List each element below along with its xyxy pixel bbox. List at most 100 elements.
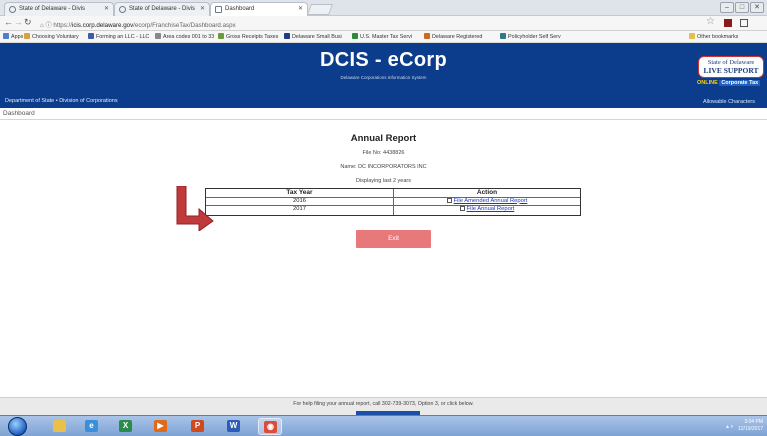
- bookmark-label: Delaware Registered: [432, 34, 483, 40]
- url-scheme: https://: [53, 22, 72, 29]
- windows-start-button[interactable]: [8, 417, 27, 436]
- browser-tab-3-label: Dashboard: [225, 6, 255, 12]
- bookmark-4[interactable]: Gross Receipts Taxes: [218, 33, 278, 40]
- page-icon: [284, 33, 290, 39]
- clock[interactable]: 3:04 PM 12/19/2017: [738, 419, 763, 432]
- taskbar-app-ie[interactable]: e: [80, 418, 104, 435]
- page-title: Annual Report: [350, 133, 417, 144]
- table-row: 2016 File Amended Annual Report: [206, 197, 580, 206]
- page-icon: [424, 33, 430, 39]
- online-corporate-tax-link[interactable]: ONLINE Corporate Tax: [697, 80, 761, 86]
- powerpoint-icon: P: [191, 420, 204, 432]
- action-cell: File Amended Annual Report: [394, 197, 580, 206]
- back-arrow-icon[interactable]: ←: [4, 17, 13, 27]
- reload-icon[interactable]: ↻: [24, 17, 32, 28]
- app-title: DCIS - eCorp: [320, 49, 447, 71]
- bookmark-1[interactable]: Choosing Voluntary: [24, 33, 79, 40]
- chrome-icon: ◉: [264, 421, 277, 433]
- file-number-label: File No:: [362, 150, 382, 156]
- tray-icons[interactable]: ▴ ◐: [726, 423, 734, 430]
- browser-tab-3[interactable]: Dashboard ✕: [210, 2, 308, 16]
- bookmark-label: Area codes 001 to 33: [163, 34, 215, 40]
- table-header-row: Tax Year Action: [206, 189, 580, 198]
- online-label: ONLINE: [697, 80, 718, 86]
- taskbar-app-explorer[interactable]: [48, 418, 72, 435]
- close-icon[interactable]: ✕: [104, 5, 109, 12]
- close-icon[interactable]: ✕: [200, 5, 205, 12]
- exit-button[interactable]: Exit: [356, 230, 431, 248]
- displaying-note: Displaying last 2 years: [355, 178, 412, 184]
- taskbar-app-powerpoint[interactable]: P: [186, 418, 210, 435]
- tax-year-cell: 2016: [206, 197, 394, 205]
- bookmark-0[interactable]: Apps: [3, 33, 23, 40]
- minimize-button[interactable]: –: [720, 2, 734, 13]
- table-row: 2017 File Annual Report: [206, 206, 580, 215]
- live-support-line2: LIVE SUPPORT: [703, 66, 759, 75]
- explorer-icon: [53, 420, 66, 432]
- extension-icon[interactable]: [740, 19, 748, 27]
- maximize-button[interactable]: □: [735, 2, 749, 13]
- bookmark-label: Apps: [11, 34, 24, 40]
- delaware-seal-icon: [119, 6, 126, 13]
- bookmark-label: Other bookmarks: [697, 34, 739, 40]
- forward-arrow-icon[interactable]: →: [14, 17, 23, 27]
- bookmark-8[interactable]: Policyholder Self Serv: [500, 33, 561, 40]
- screen: State of Delaware - Divis ✕ State of Del…: [0, 0, 767, 436]
- url-host: icis.corp.delaware.gov: [71, 22, 134, 29]
- bookmarks-bar: Apps Choosing Voluntary Forming an LLC - L…: [0, 31, 767, 43]
- bookmark-label: Policyholder Self Serv: [508, 34, 561, 40]
- action-cell: File Annual Report: [394, 206, 580, 215]
- home-icon[interactable]: ⌂ ⓘ: [40, 22, 53, 29]
- entity-name-value: DC INCORPORATORS INC: [358, 164, 427, 170]
- document-icon: [446, 197, 452, 203]
- excel-icon: X: [119, 420, 132, 432]
- taskbar-app-chrome[interactable]: ◉: [258, 418, 282, 435]
- browser-tab-2-label: State of Delaware - Divis: [129, 6, 196, 12]
- annual-report-table: Tax Year Action 2016 File Amended Annual…: [205, 188, 581, 216]
- file-number: File No: 4438826: [0, 150, 767, 156]
- url-input[interactable]: ⌂ ⓘ https://icis.corp.delaware.gov/ecorp…: [40, 18, 690, 29]
- bookmark-2[interactable]: Forming an LLC - LLC: [88, 33, 149, 40]
- bookmark-5[interactable]: Delaware Small Busi: [284, 33, 342, 40]
- allowable-characters-link[interactable]: Allowable Characters: [703, 99, 755, 105]
- page-icon: [218, 33, 224, 39]
- page-icon: [500, 33, 506, 39]
- file-annual-report-link[interactable]: File Annual Report: [467, 206, 515, 212]
- red-arrow-annotation: [176, 186, 214, 231]
- close-icon[interactable]: ✕: [298, 5, 303, 12]
- media-icon: ▶: [154, 420, 167, 432]
- bookmark-label: U.S. Master Tax Servi: [360, 34, 413, 40]
- bookmark-star-icon[interactable]: ☆: [706, 16, 715, 27]
- department-label: Department of State • Division of Corpor…: [5, 98, 118, 104]
- document-icon: [459, 206, 465, 211]
- bookmark-label: Delaware Small Busi: [292, 34, 342, 40]
- clock-date: 12/19/2017: [738, 425, 764, 432]
- browser-tab-2[interactable]: State of Delaware - Divis ✕: [114, 2, 210, 16]
- bookmark-6[interactable]: U.S. Master Tax Servi: [352, 33, 412, 40]
- page-icon: [155, 33, 161, 39]
- column-header-action: Action: [476, 189, 498, 196]
- url-path: /ecorp/FranchiseTax/Dashboard.aspx: [133, 22, 236, 29]
- taskbar-app-word[interactable]: W: [222, 418, 246, 435]
- column-header-tax-year: Tax Year: [206, 189, 394, 197]
- bookmark-7[interactable]: Delaware Registered: [424, 33, 482, 40]
- bookmark-label: Gross Receipts Taxes: [226, 34, 279, 40]
- extension-icon[interactable]: [724, 19, 732, 27]
- browser-tab-strip: State of Delaware - Divis ✕ State of Del…: [0, 0, 767, 16]
- live-support-badge[interactable]: State of Delaware LIVE SUPPORT: [698, 56, 764, 78]
- page-icon: [215, 6, 222, 13]
- taskbar-app-media[interactable]: ▶: [149, 418, 173, 435]
- bookmark-3[interactable]: Area codes 001 to 33: [155, 33, 214, 40]
- new-tab-button[interactable]: [306, 4, 334, 15]
- breadcrumb-dashboard[interactable]: Dashboard: [3, 110, 35, 117]
- taskbar-app-excel[interactable]: X: [114, 418, 138, 435]
- apps-grid-icon: [3, 33, 9, 39]
- window-close-button[interactable]: ✕: [750, 2, 764, 13]
- browser-tab-1[interactable]: State of Delaware - Divis ✕: [4, 2, 114, 16]
- taskbar: ▴ ◐ 3:04 PM 12/19/2017 e X ▶ P W ◉: [0, 415, 767, 436]
- bookmark-9[interactable]: Other bookmarks: [689, 33, 738, 40]
- breadcrumb: Dashboard: [0, 108, 767, 120]
- bookmark-label: Forming an LLC - LLC: [96, 34, 150, 40]
- file-amended-annual-report-link[interactable]: File Amended Annual Report: [454, 198, 528, 204]
- app-subtitle: Delaware Corporations Information System: [340, 75, 427, 80]
